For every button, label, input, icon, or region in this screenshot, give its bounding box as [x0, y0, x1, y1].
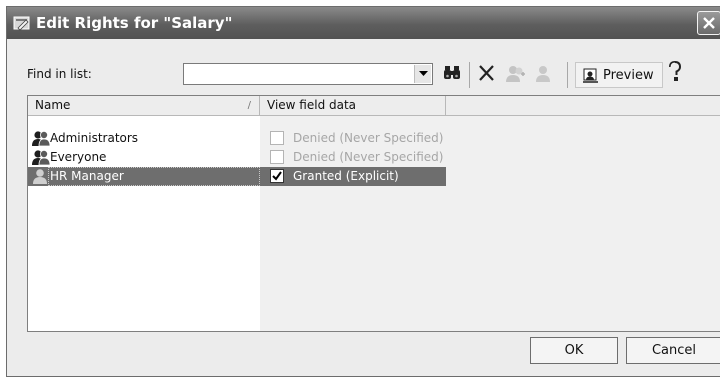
toolbar-separator	[567, 62, 568, 88]
view-permission-checkbox[interactable]	[270, 169, 284, 183]
permission-status: Denied (Never Specified)	[293, 150, 444, 164]
user-icon	[32, 168, 48, 188]
find-dropdown-button[interactable]	[414, 65, 431, 83]
user-properties-button[interactable]	[533, 64, 553, 86]
column-header-view-field-data[interactable]: View field data	[260, 96, 446, 115]
find-button[interactable]	[443, 64, 463, 86]
user-name: HR Manager	[50, 169, 124, 183]
user-name: Administrators	[50, 131, 139, 145]
view-permission-checkbox[interactable]	[270, 131, 284, 145]
help-button[interactable]	[667, 60, 683, 86]
preview-label: Preview	[603, 68, 654, 83]
sort-indicator-icon: /	[247, 100, 251, 111]
group-icon	[32, 130, 51, 150]
user-icon	[536, 66, 550, 82]
add-user-button[interactable]	[505, 64, 527, 86]
help-icon	[669, 60, 682, 81]
checkmark-icon	[272, 171, 282, 181]
close-icon	[703, 17, 715, 29]
remove-button[interactable]	[477, 64, 497, 86]
list-item-selected[interactable]: HR Manager Granted (Explicit)	[28, 167, 446, 186]
group-icon	[32, 149, 51, 169]
list-header: Name / View field data	[28, 96, 720, 116]
toolbar-separator	[469, 62, 470, 88]
permission-status: Granted (Explicit)	[293, 169, 399, 183]
column-name-label: Name	[35, 98, 71, 112]
delete-x-icon	[479, 65, 494, 81]
preview-button[interactable]: Preview	[575, 62, 663, 88]
chevron-down-icon	[419, 71, 428, 76]
cancel-button[interactable]: Cancel	[626, 337, 720, 364]
user-name: Everyone	[50, 150, 107, 164]
close-button[interactable]	[697, 11, 720, 35]
add-user-icon	[506, 66, 525, 82]
dialog-icon	[13, 15, 31, 31]
find-label: Find in list:	[27, 67, 92, 81]
dialog-title: Edit Rights for "Salary"	[36, 14, 233, 32]
column-header-name[interactable]: Name /	[28, 96, 260, 115]
view-permission-checkbox[interactable]	[270, 150, 284, 164]
title-bar[interactable]: Edit Rights for "Salary"	[7, 7, 720, 39]
column-view-label: View field data	[267, 98, 357, 112]
permission-status: Denied (Never Specified)	[293, 131, 444, 145]
find-combo[interactable]	[183, 63, 433, 85]
list-item[interactable]: Everyone Denied (Never Specified)	[28, 148, 446, 167]
preview-icon	[583, 68, 598, 83]
binoculars-icon	[444, 66, 460, 79]
rights-list[interactable]: Name / View field data Administrators De…	[27, 95, 720, 332]
ok-button[interactable]: OK	[530, 337, 618, 364]
edit-rights-dialog: Edit Rights for "Salary" Find in list: P…	[6, 6, 720, 377]
list-item[interactable]: Administrators Denied (Never Specified)	[28, 129, 446, 148]
